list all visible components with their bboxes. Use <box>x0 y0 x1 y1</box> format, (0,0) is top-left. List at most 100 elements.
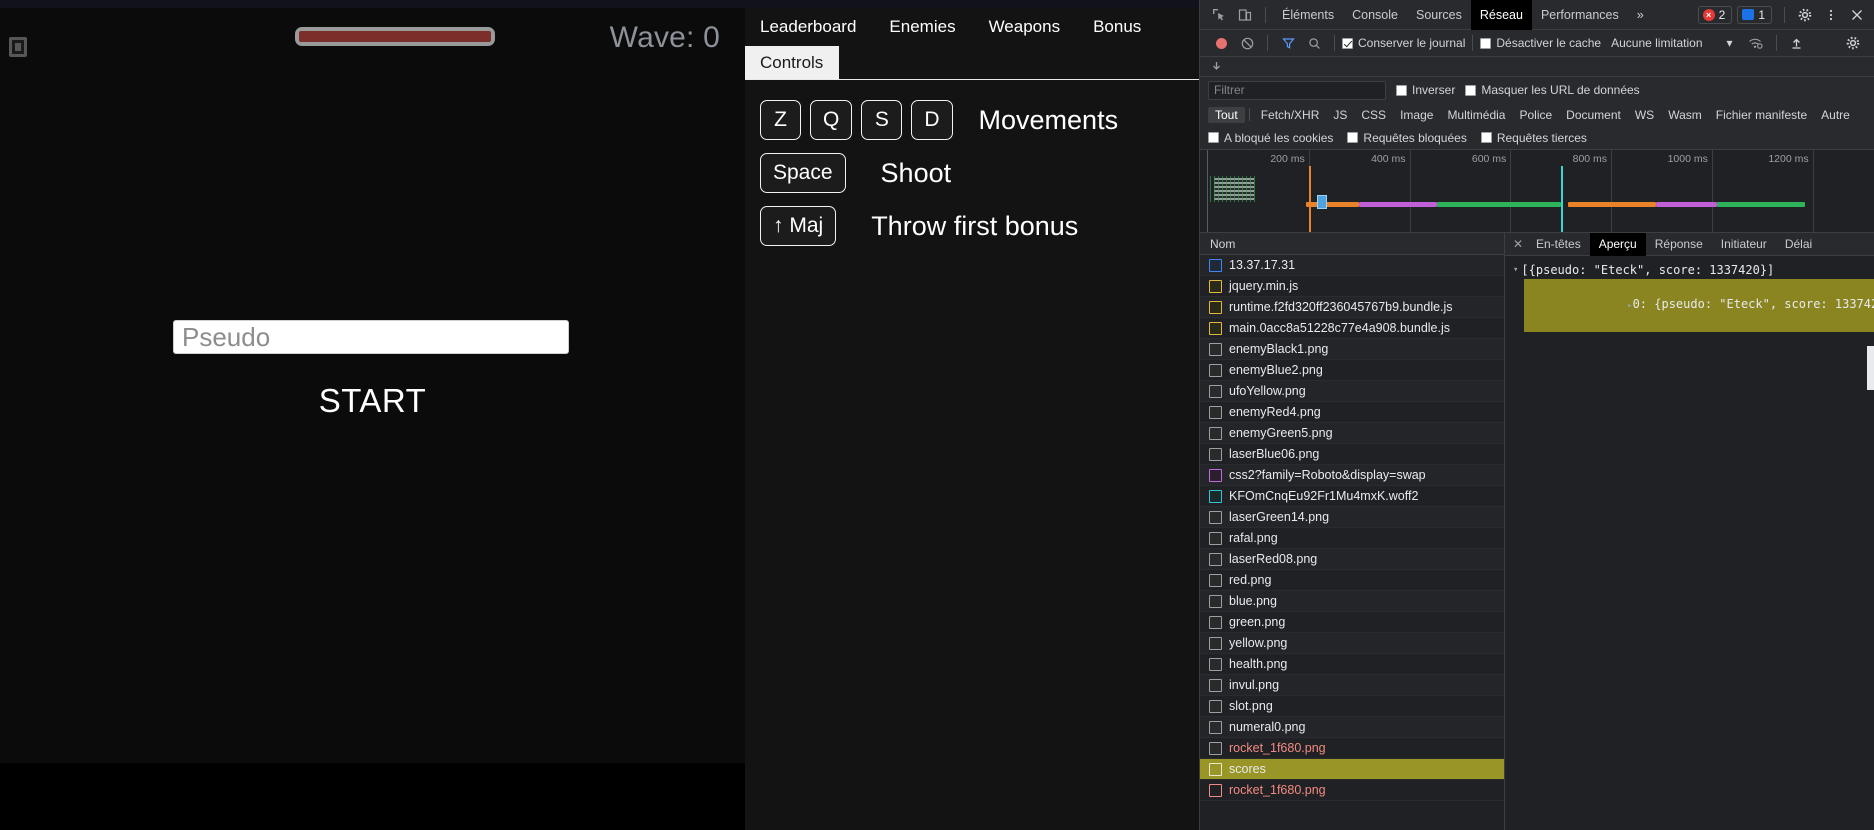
network-row[interactable]: ufoYellow.png <box>1200 381 1504 402</box>
search-icon[interactable] <box>1301 31 1327 55</box>
network-row[interactable]: main.0acc8a51228c77e4a908.bundle.js <box>1200 318 1504 339</box>
type-filter-css[interactable]: CSS <box>1354 107 1393 123</box>
network-overview[interactable]: 200 ms 400 ms 600 ms 800 ms 1000 ms 1200 ms <box>1200 150 1874 390</box>
network-row[interactable]: rocket_1f680.png <box>1200 738 1504 759</box>
network-row[interactable]: health.png <box>1200 654 1504 675</box>
type-filter-fetch-xhr[interactable]: Fetch/XHR <box>1254 107 1327 123</box>
network-row[interactable]: slot.png <box>1200 696 1504 717</box>
blocked-requests-checkbox[interactable]: Requêtes bloquées <box>1347 131 1467 145</box>
overview-canvas[interactable]: 200 ms 400 ms 600 ms 800 ms 1000 ms 1200 ms <box>1208 150 1874 232</box>
chevron-down-icon[interactable]: ▾ <box>1727 36 1733 50</box>
overview-request-bar <box>1359 202 1438 207</box>
message-count-badge[interactable]: 1 <box>1737 5 1772 24</box>
network-conditions-icon[interactable] <box>1743 31 1769 55</box>
close-icon[interactable] <box>1844 3 1870 27</box>
type-filter-js[interactable]: JS <box>1326 107 1354 123</box>
network-row[interactable]: enemyBlack1.png <box>1200 339 1504 360</box>
column-header-name[interactable]: Nom <box>1200 233 1504 255</box>
type-filter-image[interactable]: Image <box>1393 107 1440 123</box>
network-row[interactable]: red.png <box>1200 570 1504 591</box>
blocked-cookies-checkbox[interactable]: A bloqué les cookies <box>1208 131 1333 145</box>
network-row[interactable]: rafal.png <box>1200 528 1504 549</box>
record-stop-icon[interactable] <box>1208 31 1234 55</box>
detail-tab-timing[interactable]: Délai <box>1776 233 1821 256</box>
export-har-icon[interactable] <box>1784 31 1810 55</box>
network-row[interactable]: css2?family=Roboto&display=swap <box>1200 465 1504 486</box>
gear-icon[interactable] <box>1792 3 1818 27</box>
preview-root-line[interactable]: ▾ [{pseudo: "Eteck", score: 1337420}] <box>1513 262 1866 279</box>
type-filter-media[interactable]: Multimédia <box>1440 107 1512 123</box>
tab-bonus[interactable]: Bonus <box>1093 17 1141 37</box>
hide-data-urls-checkbox[interactable]: Masquer les URL de données <box>1465 83 1640 97</box>
overview-left-handle[interactable] <box>1200 150 1208 232</box>
network-row[interactable]: rocket_1f680.png <box>1200 780 1504 801</box>
script-icon <box>1209 279 1222 293</box>
network-row[interactable]: laserRed08.png <box>1200 549 1504 570</box>
type-filter-font[interactable]: Police <box>1512 107 1559 123</box>
game-canvas[interactable]: Wave: 0 START <box>0 8 745 763</box>
detail-tab-response[interactable]: Réponse <box>1646 233 1712 256</box>
type-filter-other[interactable]: Autre <box>1814 107 1857 123</box>
type-filter-ws[interactable]: WS <box>1628 107 1661 123</box>
detail-tab-headers[interactable]: En-têtes <box>1527 233 1590 256</box>
network-row[interactable]: enemyBlue2.png <box>1200 360 1504 381</box>
tab-controls[interactable]: Controls <box>745 46 840 79</box>
device-toolbar-icon[interactable] <box>1232 3 1258 27</box>
expand-triangle-icon[interactable]: ▾ <box>1513 262 1518 279</box>
preserve-log-checkbox[interactable]: Conserver le journal <box>1342 36 1465 50</box>
network-toolbar-divider-4 <box>1775 35 1777 51</box>
network-row[interactable]: jquery.min.js <box>1200 276 1504 297</box>
disable-cache-checkbox[interactable]: Désactiver le cache <box>1480 36 1601 50</box>
inspect-element-icon[interactable] <box>1206 3 1232 27</box>
tab-leaderboard[interactable]: Leaderboard <box>760 17 856 37</box>
network-row[interactable]: numeral0.png <box>1200 717 1504 738</box>
devtools-tab-console[interactable]: Console <box>1343 0 1407 30</box>
more-options-icon[interactable] <box>1818 3 1844 27</box>
type-filter-manifest[interactable]: Fichier manifeste <box>1709 107 1814 123</box>
tab-enemies[interactable]: Enemies <box>889 17 955 37</box>
network-row-name: ufoYellow.png <box>1229 384 1306 398</box>
devtools-tab-sources[interactable]: Sources <box>1407 0 1471 30</box>
network-row[interactable]: invul.png <box>1200 675 1504 696</box>
preserve-log-box <box>1342 37 1353 49</box>
detail-tab-preview[interactable]: Aperçu <box>1589 232 1646 256</box>
type-filter-all[interactable]: Tout <box>1208 106 1245 123</box>
devtools-tab-network[interactable]: Réseau <box>1470 0 1532 30</box>
clear-network-icon[interactable] <box>1234 31 1260 55</box>
close-detail-icon[interactable]: ✕ <box>1509 237 1527 251</box>
network-row[interactable]: runtime.f2fd320ff236045767b9.bundle.js <box>1200 297 1504 318</box>
funnel-filter-icon[interactable] <box>1275 31 1301 55</box>
third-party-checkbox[interactable]: Requêtes tierces <box>1480 131 1587 145</box>
type-filter-wasm[interactable]: Wasm <box>1661 107 1709 123</box>
overview-request-bar <box>1656 202 1717 207</box>
keycap-shift: ↑ Maj <box>760 206 837 246</box>
devtools-tab-elements[interactable]: Éléments <box>1273 0 1343 30</box>
blocked-cookies-label: A bloqué les cookies <box>1224 130 1334 145</box>
network-row[interactable]: KFOmCnqEu92Fr1Mu4mxK.woff2 <box>1200 486 1504 507</box>
network-row[interactable]: yellow.png <box>1200 633 1504 654</box>
type-filter-document[interactable]: Document <box>1559 107 1628 123</box>
pseudo-input[interactable] <box>173 320 569 354</box>
network-row[interactable]: laserBlue06.png <box>1200 444 1504 465</box>
detail-tab-initiator[interactable]: Initiateur <box>1712 233 1776 256</box>
preview-child-line[interactable]: ▸0: {pseudo: "Eteck", score: 1337420} <box>1513 279 1874 332</box>
throttling-select[interactable]: Aucune limitation <box>1611 36 1702 50</box>
network-row[interactable]: green.png <box>1200 612 1504 633</box>
type-filter-divider <box>1248 108 1250 121</box>
network-row[interactable]: scores <box>1200 759 1504 780</box>
error-count-badge[interactable]: × 2 <box>1697 5 1733 24</box>
devtools-more-tabs-icon[interactable]: » <box>1628 0 1653 30</box>
network-row[interactable]: 13.37.17.31 <box>1200 255 1504 276</box>
network-row[interactable]: enemyGreen5.png <box>1200 423 1504 444</box>
network-row[interactable]: blue.png <box>1200 591 1504 612</box>
import-har-icon[interactable] <box>1200 57 1874 77</box>
network-filter-input[interactable] <box>1208 80 1386 100</box>
start-button[interactable]: START <box>0 381 745 421</box>
tab-weapons[interactable]: Weapons <box>989 17 1061 37</box>
network-row[interactable]: laserGreen14.png <box>1200 507 1504 528</box>
devtools-tab-performance[interactable]: Performances <box>1532 0 1628 30</box>
network-row[interactable]: enemyRed4.png <box>1200 402 1504 423</box>
network-settings-icon[interactable] <box>1840 31 1866 55</box>
overview-scroll-handle[interactable] <box>1867 346 1874 390</box>
invert-checkbox[interactable]: Inverser <box>1396 83 1455 97</box>
